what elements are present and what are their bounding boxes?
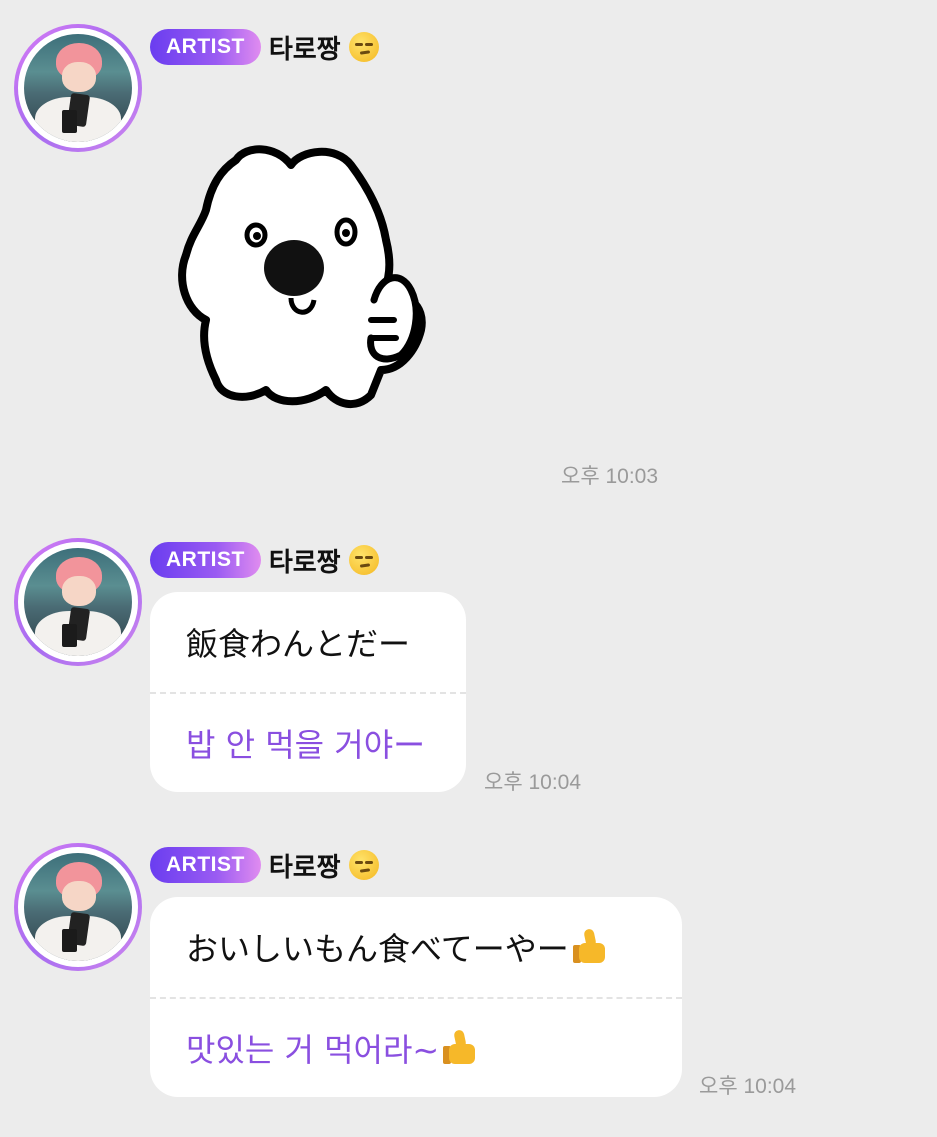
smirking-face-icon <box>348 545 379 575</box>
dog-thumbs-up-sticker[interactable] <box>176 140 446 420</box>
timestamp: 오후 10:03 <box>561 465 659 488</box>
message-text: おいしいもん食べてーやー <box>186 930 569 968</box>
avatar[interactable] <box>14 24 142 152</box>
message-bubble[interactable]: おいしいもん食べてーやー 맛있는 거 먹어라~ <box>150 897 682 1097</box>
thumbs-up-icon <box>443 1029 477 1066</box>
smirking-face-icon <box>348 32 379 62</box>
translation-text: 맛있는 거 먹어라~ <box>186 1031 440 1069</box>
artist-badge: ARTIST <box>150 542 261 578</box>
smirking-face-icon <box>348 850 379 880</box>
sender-name[interactable]: 타로짱 <box>269 29 341 66</box>
timestamp: 오후 10:04 <box>699 1075 797 1098</box>
sender-row: ARTIST 타로짱 <box>150 845 379 885</box>
sender-name[interactable]: 타로짱 <box>269 847 341 884</box>
artist-badge: ARTIST <box>150 847 261 883</box>
avatar[interactable] <box>14 843 142 971</box>
translation-text-row: 맛있는 거 먹어라~ <box>150 999 682 1097</box>
message-text: 飯食わんとだー <box>186 625 411 663</box>
sender-row: ARTIST 타로짱 <box>150 540 379 580</box>
artist-badge: ARTIST <box>150 29 261 65</box>
avatar[interactable] <box>14 538 142 666</box>
thumbs-up-icon <box>572 928 607 965</box>
timestamp: 오후 10:04 <box>484 771 582 794</box>
sender-name[interactable]: 타로짱 <box>269 542 341 579</box>
message-bubble[interactable]: 飯食わんとだー 밥 안 먹을 거야ー <box>150 592 466 792</box>
translation-text: 밥 안 먹을 거야ー <box>186 726 426 764</box>
message-text-row: おいしいもん食べてーやー <box>150 897 682 997</box>
sender-row: ARTIST 타로짱 <box>150 27 379 67</box>
